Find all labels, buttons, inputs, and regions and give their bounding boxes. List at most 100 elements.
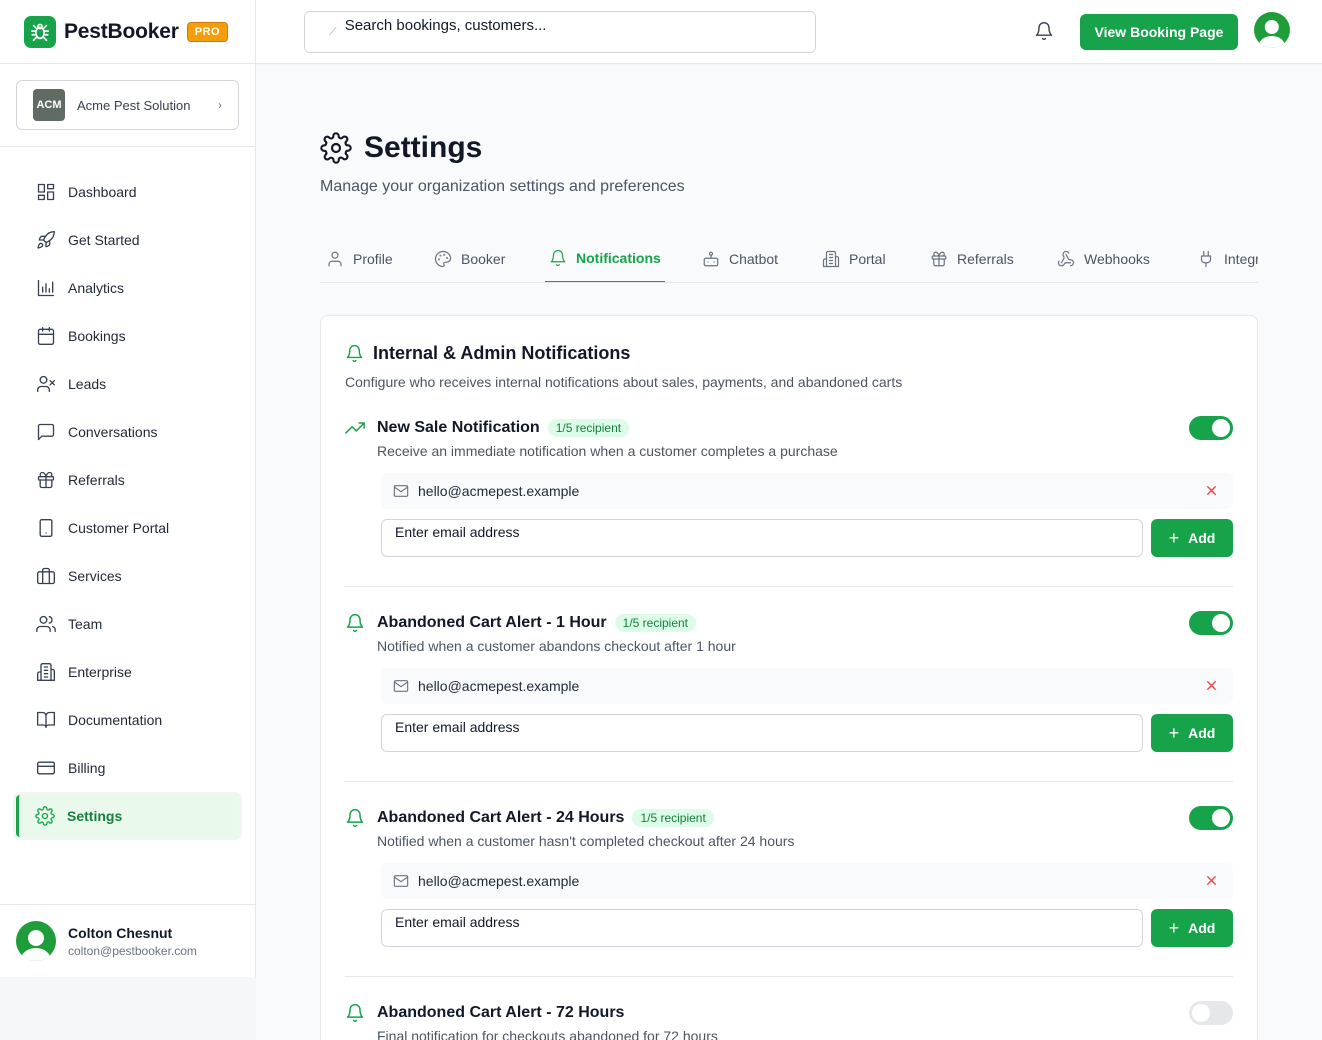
mail-icon — [393, 875, 409, 887]
sidebar-item-documentation[interactable]: Documentation — [0, 696, 255, 744]
sidebar-item-get-started[interactable]: Get Started — [0, 216, 255, 264]
avatar[interactable] — [1254, 12, 1290, 48]
view-booking-page-button[interactable]: View Booking Page — [1080, 14, 1238, 50]
settings-tabs: Profile Booker Notifications Chatbot Por… — [320, 235, 1258, 283]
bell-icon — [346, 344, 363, 363]
tab-notifications[interactable]: Notifications — [545, 235, 665, 282]
building-icon — [37, 663, 55, 681]
search-icon: ⟋ — [329, 25, 337, 38]
briefcase-icon — [37, 567, 55, 585]
tab-label: Referrals — [957, 251, 1014, 267]
notification-toggle[interactable] — [1189, 416, 1233, 440]
sidebar-item-settings[interactable]: Settings — [16, 795, 239, 837]
topbar: ⟋ Search bookings, customers... View Boo… — [256, 0, 1322, 64]
credit-card-icon — [37, 761, 55, 775]
notification-description: Notified when a customer hasn't complete… — [377, 833, 795, 849]
card-title: Internal & Admin Notifications — [373, 343, 631, 363]
plus-icon: + — [1168, 528, 1180, 548]
sidebar-item-team[interactable]: Team — [0, 600, 255, 648]
notification-title: Abandoned Cart Alert - 72 Hours — [377, 1004, 625, 1021]
tab-profile[interactable]: Profile — [326, 235, 393, 282]
gift-icon — [37, 471, 55, 489]
notifications-bell-icon[interactable] — [1034, 21, 1054, 46]
user-profile[interactable]: Colton Chesnut colton@pestbooker.com — [0, 904, 255, 977]
divider — [345, 781, 1233, 782]
org-name: Acme Pest Solution — [77, 97, 191, 113]
gear-icon — [35, 806, 55, 826]
sidebar-item-label: Conversations — [68, 424, 158, 440]
notification-title: New Sale Notification — [377, 419, 540, 436]
trending-up-icon — [345, 422, 365, 434]
remove-recipient-icon[interactable] — [1204, 873, 1219, 888]
sidebar-item-customer-portal[interactable]: Customer Portal — [0, 504, 255, 552]
recipient-email: hello@acmepest.example — [418, 483, 580, 499]
divider — [345, 976, 1233, 977]
remove-recipient-icon[interactable] — [1204, 483, 1219, 498]
sidebar-item-enterprise[interactable]: Enterprise — [0, 648, 255, 696]
page-subtitle: Manage your organization settings and pr… — [320, 178, 685, 195]
tab-label: Integr — [1224, 251, 1258, 267]
sidebar-item-referrals[interactable]: Referrals — [0, 456, 255, 504]
add-label: Add — [1188, 920, 1216, 936]
tab-booker[interactable]: Booker — [434, 235, 506, 282]
internal-notifications-card: Internal & Admin Notifications Configure… — [320, 315, 1258, 1040]
user-icon — [328, 251, 342, 267]
brand[interactable]: PestBooker PRO — [0, 0, 255, 64]
tab-integrations[interactable]: Integr — [1197, 235, 1258, 282]
card-description: Configure who receives internal notifica… — [345, 374, 903, 390]
tab-referrals[interactable]: Referrals — [930, 235, 1014, 282]
sidebar-item-label: Team — [68, 616, 103, 632]
search-input-value: Search bookings, customers... — [344, 16, 547, 34]
page-title: Settings — [364, 131, 483, 164]
search-input[interactable]: ⟋ Search bookings, customers... — [304, 11, 816, 53]
add-recipient-button[interactable]: + Add — [1151, 519, 1233, 557]
notification-toggle[interactable] — [1189, 611, 1233, 635]
bell-icon — [346, 808, 364, 828]
tab-label: Booker — [461, 251, 506, 267]
notification-toggle[interactable] — [1189, 1001, 1233, 1025]
email-field[interactable]: Enter email address — [381, 714, 1143, 752]
add-label: Add — [1188, 530, 1216, 546]
remove-recipient-icon[interactable] — [1204, 678, 1219, 693]
tab-label: Profile — [353, 251, 393, 267]
bug-logo-icon — [24, 15, 56, 48]
sidebar-item-conversations[interactable]: Conversations — [0, 408, 255, 456]
sidebar-item-billing[interactable]: Billing — [0, 744, 255, 792]
sidebar-nav: Dashboard Get Started Analytics Bookings… — [0, 147, 255, 837]
notification-abandoned-1h: Abandoned Cart Alert - 1 Hour 1/5 recipi… — [345, 611, 1233, 752]
gear-icon — [320, 132, 352, 164]
sidebar-item-label: Settings — [67, 808, 123, 824]
tab-label: Notifications — [576, 250, 661, 266]
sidebar-item-bookings[interactable]: Bookings — [0, 312, 255, 360]
recipient-count-badge: 1/5 recipient — [632, 809, 714, 827]
tab-portal[interactable]: Portal — [822, 235, 886, 282]
sidebar-item-services[interactable]: Services — [0, 552, 255, 600]
email-field[interactable]: Enter email address — [381, 909, 1143, 947]
divider — [345, 586, 1233, 587]
email-field-value: Enter email address — [395, 914, 520, 930]
organization-selector[interactable]: ACM Acme Pest Solution › — [16, 80, 239, 130]
gift-icon — [931, 251, 947, 267]
notification-description: Receive an immediate notification when a… — [377, 443, 838, 459]
mail-icon — [393, 485, 409, 497]
tab-chatbot[interactable]: Chatbot — [702, 235, 778, 282]
sidebar-item-label: Services — [68, 568, 122, 584]
notification-new-sale: New Sale Notification 1/5 recipient Rece… — [345, 416, 1233, 557]
email-field[interactable]: Enter email address — [381, 519, 1143, 557]
message-icon — [37, 423, 55, 441]
mail-icon — [393, 680, 409, 692]
user-x-icon — [37, 375, 55, 393]
notification-toggle[interactable] — [1189, 806, 1233, 830]
tab-webhooks[interactable]: Webhooks — [1057, 235, 1150, 282]
sidebar-item-dashboard[interactable]: Dashboard — [0, 168, 255, 216]
dashboard-icon — [37, 183, 55, 201]
sidebar-item-analytics[interactable]: Analytics — [0, 264, 255, 312]
sidebar-item-label: Dashboard — [68, 184, 137, 200]
tablet-icon — [39, 519, 53, 537]
add-label: Add — [1188, 725, 1216, 741]
notification-title: Abandoned Cart Alert - 1 Hour — [377, 614, 607, 631]
add-recipient-button[interactable]: + Add — [1151, 714, 1233, 752]
add-recipient-button[interactable]: + Add — [1151, 909, 1233, 947]
notification-title: Abandoned Cart Alert - 24 Hours — [377, 809, 625, 826]
sidebar-item-leads[interactable]: Leads — [0, 360, 255, 408]
